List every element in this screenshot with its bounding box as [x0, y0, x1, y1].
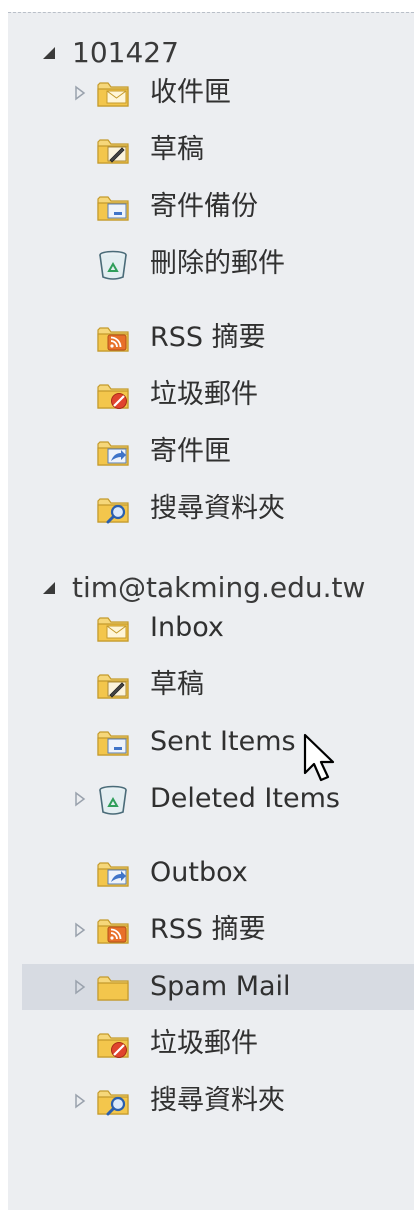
sent-folder-icon	[97, 196, 129, 221]
account-label: 101427	[72, 36, 179, 69]
folder-item[interactable]: 寄件匣	[22, 429, 414, 475]
folder-item[interactable]: Sent Items	[22, 719, 414, 765]
expand-arrow-icon[interactable]	[74, 85, 86, 101]
inbox-folder-icon	[97, 82, 129, 107]
folder-label: 寄件匣	[150, 436, 231, 467]
rss-folder-icon	[97, 327, 129, 352]
folder-item[interactable]: Outbox	[22, 850, 414, 896]
inbox-folder-icon	[97, 617, 129, 642]
search-folder-icon	[97, 498, 129, 524]
folder-label: 垃圾郵件	[150, 379, 258, 410]
folder-item[interactable]: 草稿	[22, 662, 414, 708]
expand-arrow-icon[interactable]	[74, 979, 86, 995]
folder-label: 草稿	[150, 134, 204, 165]
folder-item[interactable]: Deleted Items	[22, 776, 414, 822]
folder-label: 刪除的郵件	[150, 248, 285, 279]
folder-item[interactable]: Spam Mail	[22, 964, 414, 1010]
sent-folder-icon	[97, 731, 129, 756]
rss-folder-icon	[97, 919, 129, 944]
folder-item[interactable]: Inbox	[22, 605, 414, 651]
folder-label: Sent Items	[150, 726, 296, 757]
folder-item[interactable]: 搜尋資料夾	[22, 486, 414, 532]
folder-label: RSS 摘要	[150, 322, 266, 353]
account-node[interactable]: 101427	[8, 33, 414, 73]
folder-label: Spam Mail	[150, 971, 291, 1002]
folder-label: 草稿	[150, 669, 204, 700]
outbox-folder-icon	[97, 441, 129, 466]
outbox-folder-icon	[97, 862, 129, 887]
deleted-items-icon	[99, 785, 127, 815]
folder-item[interactable]: RSS 摘要	[22, 315, 414, 361]
junk-folder-icon	[97, 1033, 129, 1058]
folder-pane: 101427 收件匣 草稿 寄件備份 刪除的郵件 RSS 摘要 垃圾郵件 寄件匣…	[8, 12, 414, 1210]
folder-label: 寄件備份	[150, 191, 258, 222]
folder-label: 搜尋資料夾	[150, 493, 285, 524]
folder-item[interactable]: RSS 摘要	[22, 907, 414, 953]
folder-item[interactable]: 垃圾郵件	[22, 372, 414, 418]
collapse-triangle-icon[interactable]	[40, 578, 60, 598]
mouse-cursor-icon	[303, 733, 335, 782]
folder-label: 收件匣	[150, 77, 231, 108]
folder-label: 搜尋資料夾	[150, 1085, 285, 1116]
folder-item[interactable]: 寄件備份	[22, 184, 414, 230]
folder-label: 垃圾郵件	[150, 1028, 258, 1059]
collapse-triangle-icon[interactable]	[40, 43, 60, 63]
expand-arrow-icon[interactable]	[74, 1093, 86, 1109]
folder-label: RSS 摘要	[150, 914, 266, 945]
folder-item[interactable]: 收件匣	[22, 70, 414, 116]
folder-item[interactable]: 草稿	[22, 127, 414, 173]
junk-folder-icon	[97, 384, 129, 409]
folder-item[interactable]: 刪除的郵件	[22, 241, 414, 287]
deleted-items-icon	[99, 250, 127, 280]
account-label: tim@takming.edu.tw	[72, 571, 366, 604]
expand-arrow-icon[interactable]	[74, 922, 86, 938]
folder-label: Outbox	[150, 857, 248, 888]
account-node[interactable]: tim@takming.edu.tw	[8, 568, 414, 608]
folder-label: Inbox	[150, 612, 224, 643]
folder-item[interactable]: 搜尋資料夾	[22, 1078, 414, 1124]
drafts-folder-icon	[97, 139, 129, 164]
folder-item[interactable]: 垃圾郵件	[22, 1021, 414, 1067]
expand-arrow-icon[interactable]	[74, 791, 86, 807]
drafts-folder-icon	[97, 674, 129, 699]
plain-folder-icon	[97, 976, 129, 1001]
search-folder-icon	[97, 1090, 129, 1116]
